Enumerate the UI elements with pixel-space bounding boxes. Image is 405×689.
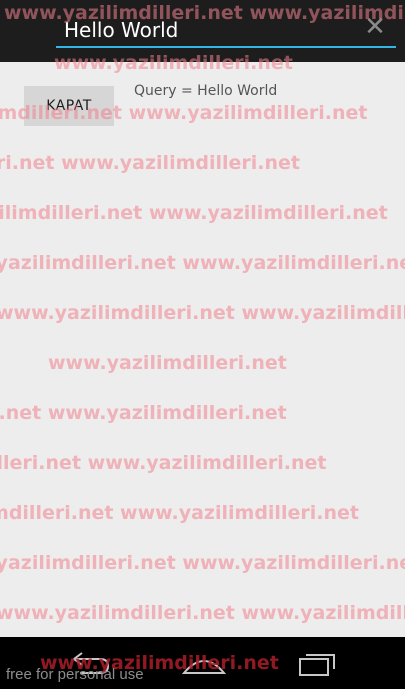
action-bar: ✕ xyxy=(0,0,405,62)
footer-note: free for personal use xyxy=(6,666,144,683)
recent-apps-icon[interactable] xyxy=(294,649,342,677)
app-screen: ✕ KAPAT Query = Hello World www.yazilimd… xyxy=(0,0,405,689)
search-input[interactable] xyxy=(56,14,396,48)
close-icon[interactable]: ✕ xyxy=(363,14,387,40)
query-result-text: Query = Hello World xyxy=(134,83,278,99)
home-icon[interactable] xyxy=(180,649,228,677)
main-content: KAPAT Query = Hello World xyxy=(0,62,405,637)
close-button[interactable]: KAPAT xyxy=(24,86,114,126)
